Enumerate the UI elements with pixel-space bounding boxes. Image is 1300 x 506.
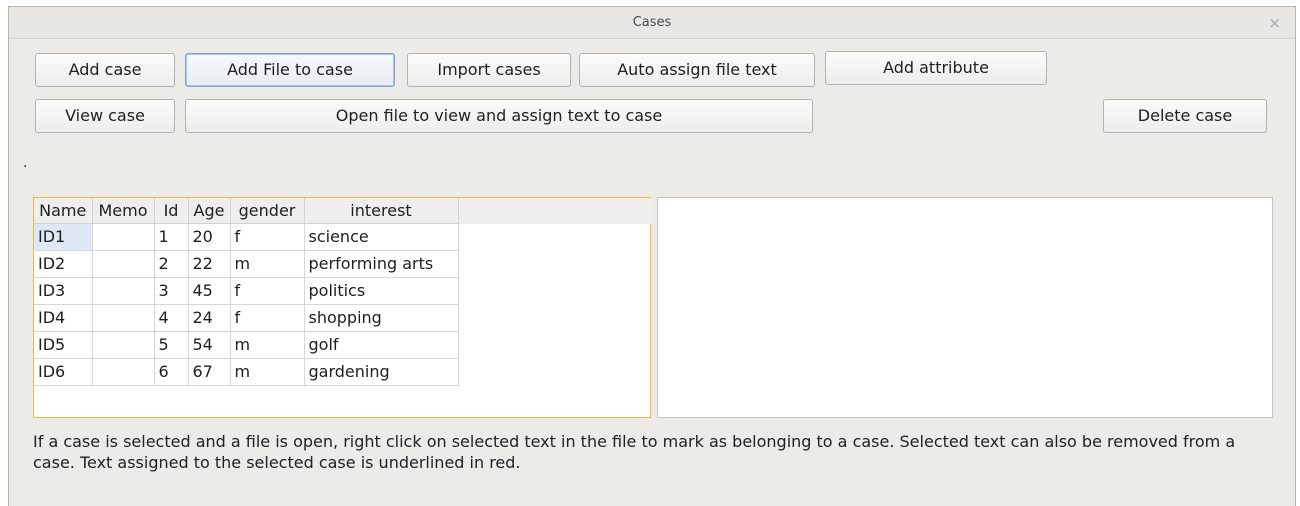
column-header-name[interactable]: Name xyxy=(34,198,93,224)
cases-window: Cases × Add case Add File to case Import… xyxy=(8,6,1296,506)
close-icon[interactable]: × xyxy=(1268,7,1281,39)
cell-age[interactable]: 54 xyxy=(188,331,231,359)
cell-gender[interactable]: m xyxy=(230,358,305,386)
cell-interest[interactable]: science xyxy=(304,223,459,251)
cell-age[interactable]: 22 xyxy=(188,250,231,278)
cell-name[interactable]: ID3 xyxy=(34,277,93,305)
cell-gender[interactable]: f xyxy=(230,277,305,305)
cell-gender[interactable]: f xyxy=(230,223,305,251)
help-text: If a case is selected and a file is open… xyxy=(33,432,1236,472)
cell-memo[interactable] xyxy=(92,277,155,305)
add-case-button[interactable]: Add case xyxy=(35,53,175,87)
cell-age[interactable]: 45 xyxy=(188,277,231,305)
cell-memo[interactable] xyxy=(92,358,155,386)
cell-age[interactable]: 67 xyxy=(188,358,231,386)
open-file-button[interactable]: Open file to view and assign text to cas… xyxy=(185,99,813,133)
cell-memo[interactable] xyxy=(92,223,155,251)
header-filler xyxy=(458,198,652,224)
cell-gender[interactable]: m xyxy=(230,250,305,278)
cell-memo[interactable] xyxy=(92,331,155,359)
add-file-to-case-button[interactable]: Add File to case xyxy=(185,53,395,87)
cell-interest[interactable]: politics xyxy=(304,277,459,305)
cell-interest[interactable]: gardening xyxy=(304,358,459,386)
cell-interest[interactable]: performing arts xyxy=(304,250,459,278)
cases-table[interactable]: Name Memo Id Age gender interest ID1 1 2… xyxy=(34,198,459,386)
cell-interest[interactable]: shopping xyxy=(304,304,459,332)
column-header-gender[interactable]: gender xyxy=(230,198,305,224)
cell-id[interactable]: 1 xyxy=(154,223,189,251)
auto-assign-file-text-button[interactable]: Auto assign file text xyxy=(579,53,815,87)
cell-name[interactable]: ID1 xyxy=(34,223,93,251)
cases-table-panel[interactable]: Name Memo Id Age gender interest ID1 1 2… xyxy=(33,197,652,418)
cell-id[interactable]: 5 xyxy=(154,331,189,359)
file-text-panel[interactable] xyxy=(657,197,1273,418)
table-row[interactable]: ID1 1 20 f science xyxy=(34,223,459,251)
status-dot: . xyxy=(23,155,28,171)
title-bar: Cases × xyxy=(9,7,1295,39)
window-title: Cases xyxy=(632,15,672,30)
cell-age[interactable]: 24 xyxy=(188,304,231,332)
column-header-age[interactable]: Age xyxy=(188,198,231,224)
column-header-memo[interactable]: Memo xyxy=(92,198,155,224)
cell-id[interactable]: 4 xyxy=(154,304,189,332)
cell-name[interactable]: ID5 xyxy=(34,331,93,359)
table-row[interactable]: ID2 2 22 m performing arts xyxy=(34,250,459,278)
table-row[interactable]: ID4 4 24 f shopping xyxy=(34,304,459,332)
import-cases-button[interactable]: Import cases xyxy=(407,53,571,87)
cell-age[interactable]: 20 xyxy=(188,223,231,251)
cell-gender[interactable]: m xyxy=(230,331,305,359)
cell-memo[interactable] xyxy=(92,304,155,332)
delete-case-button[interactable]: Delete case xyxy=(1103,99,1267,133)
cell-id[interactable]: 3 xyxy=(154,277,189,305)
cell-name[interactable]: ID4 xyxy=(34,304,93,332)
cell-name[interactable]: ID2 xyxy=(34,250,93,278)
cell-id[interactable]: 2 xyxy=(154,250,189,278)
table-header-row: Name Memo Id Age gender interest xyxy=(34,198,459,224)
column-header-id[interactable]: Id xyxy=(154,198,189,224)
table-row[interactable]: ID6 6 67 m gardening xyxy=(34,358,459,386)
cell-gender[interactable]: f xyxy=(230,304,305,332)
table-row[interactable]: ID3 3 45 f politics xyxy=(34,277,459,305)
add-attribute-button[interactable]: Add attribute xyxy=(825,51,1047,85)
cell-interest[interactable]: golf xyxy=(304,331,459,359)
table-row[interactable]: ID5 5 54 m golf xyxy=(34,331,459,359)
cell-id[interactable]: 6 xyxy=(154,358,189,386)
cell-name[interactable]: ID6 xyxy=(34,358,93,386)
view-case-button[interactable]: View case xyxy=(35,99,175,133)
column-header-interest[interactable]: interest xyxy=(304,198,459,224)
cell-memo[interactable] xyxy=(92,250,155,278)
